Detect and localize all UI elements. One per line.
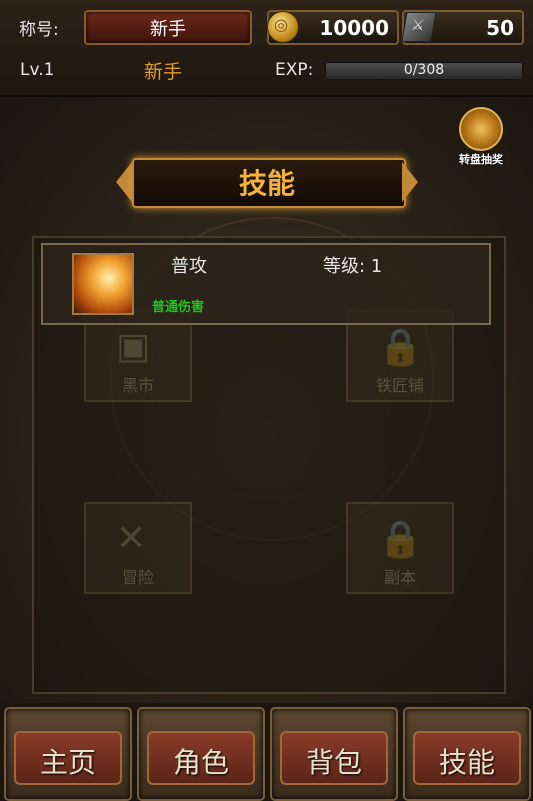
lock-icon: 🔒 (378, 327, 423, 368)
chest-icon: ▣ (116, 326, 151, 367)
player-title-plate: 新手 (84, 10, 252, 45)
bg-tile-dungeon: 🔒 副本 (346, 502, 454, 594)
wheel-icon (459, 107, 503, 151)
nav-character-button[interactable]: 角色 (137, 707, 265, 801)
crossed-swords-icon: ✕ (116, 518, 147, 559)
lock-icon: 🔒 (378, 519, 423, 560)
gem-icon (401, 12, 437, 42)
player-rank: 新手 (144, 61, 183, 83)
nav-home-button[interactable]: 主页 (4, 707, 132, 801)
nav-bag-label: 背包 (305, 746, 362, 779)
nav-home-label: 主页 (39, 746, 96, 779)
nav-character-label: 角色 (172, 746, 229, 779)
title-label: 称号: (19, 20, 59, 40)
skill-name: 普攻 (171, 256, 207, 277)
bg-tile-adventure: ✕ 冒险 (84, 502, 192, 594)
page-header-banner: 技能 (116, 156, 418, 208)
exp-text: 0/308 (403, 62, 445, 78)
attack-skill-icon[interactable] (72, 253, 134, 315)
lottery-button[interactable]: 转盘抽奖 (446, 107, 516, 166)
nav-skills-label: 技能 (438, 746, 495, 779)
player-level: Lv.1 (20, 60, 55, 80)
nav-bag-button[interactable]: 背包 (270, 707, 398, 801)
skill-description: 普通伤害 (152, 300, 205, 315)
skill-level: 等级: 1 (323, 256, 383, 277)
gold-coin-icon (267, 11, 299, 43)
nav-skills-button[interactable]: 技能 (403, 707, 531, 801)
bottom-nav: 主页 角色 背包 技能 (0, 703, 533, 801)
page-title: 技能 (238, 167, 295, 200)
player-title: 新手 (150, 18, 186, 40)
exp-bar: 0/308 (325, 62, 523, 80)
banner-right-ornament-icon (402, 162, 418, 202)
status-bar: 称号: 新手 10000 50 Lv.1 新手 EXP: 0/308 (0, 0, 533, 97)
gem-counter[interactable]: 50 (401, 10, 524, 45)
gem-value: 50 (486, 16, 514, 40)
gold-counter[interactable]: 10000 (267, 10, 399, 45)
lottery-label: 转盘抽奖 (459, 153, 503, 166)
gold-value: 10000 (319, 16, 389, 40)
exp-label: EXP: (275, 60, 314, 80)
